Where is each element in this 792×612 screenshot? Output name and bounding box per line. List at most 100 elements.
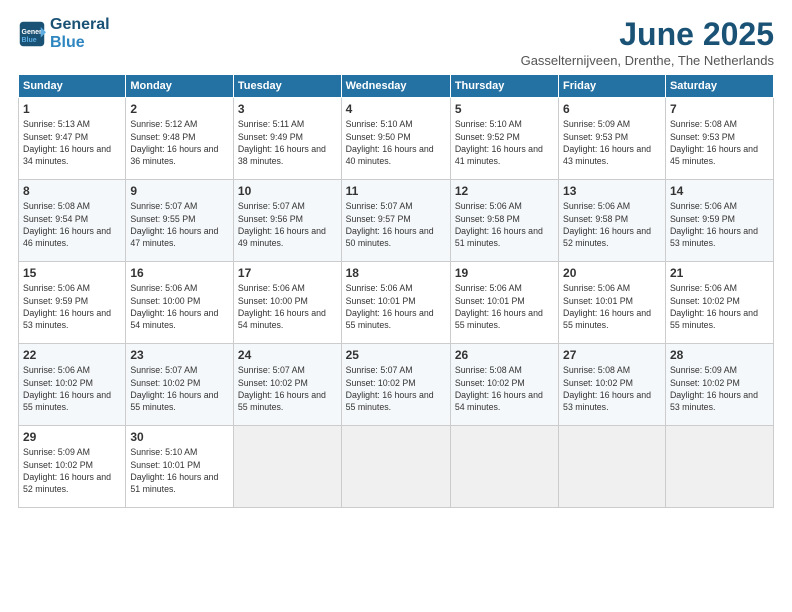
calendar-cell: 11 Sunrise: 5:07 AMSunset: 9:57 PMDaylig…: [341, 180, 450, 262]
day-number: 26: [455, 347, 554, 363]
calendar-cell: [665, 426, 773, 508]
day-number: 15: [23, 265, 121, 281]
calendar-cell: 24 Sunrise: 5:07 AMSunset: 10:02 PMDayli…: [233, 344, 341, 426]
day-info: Sunrise: 5:07 AMSunset: 9:56 PMDaylight:…: [238, 200, 337, 249]
calendar-cell: 30 Sunrise: 5:10 AMSunset: 10:01 PMDayli…: [126, 426, 234, 508]
calendar-cell: 16 Sunrise: 5:06 AMSunset: 10:00 PMDayli…: [126, 262, 234, 344]
calendar-cell: 20 Sunrise: 5:06 AMSunset: 10:01 PMDayli…: [559, 262, 666, 344]
day-number: 22: [23, 347, 121, 363]
day-info: Sunrise: 5:08 AMSunset: 9:54 PMDaylight:…: [23, 200, 121, 249]
day-number: 1: [23, 101, 121, 117]
day-number: 11: [346, 183, 446, 199]
calendar-cell: 13 Sunrise: 5:06 AMSunset: 9:58 PMDaylig…: [559, 180, 666, 262]
svg-text:Blue: Blue: [22, 36, 37, 43]
day-info: Sunrise: 5:06 AMSunset: 10:01 PMDaylight…: [346, 282, 446, 331]
day-info: Sunrise: 5:06 AMSunset: 10:02 PMDaylight…: [670, 282, 769, 331]
weekday-header: Tuesday: [233, 75, 341, 98]
day-info: Sunrise: 5:07 AMSunset: 10:02 PMDaylight…: [130, 364, 229, 413]
calendar-cell: [341, 426, 450, 508]
day-info: Sunrise: 5:06 AMSunset: 9:59 PMDaylight:…: [670, 200, 769, 249]
calendar-week-row: 22 Sunrise: 5:06 AMSunset: 10:02 PMDayli…: [19, 344, 774, 426]
calendar-week-row: 1 Sunrise: 5:13 AMSunset: 9:47 PMDayligh…: [19, 98, 774, 180]
calendar-cell: 14 Sunrise: 5:06 AMSunset: 9:59 PMDaylig…: [665, 180, 773, 262]
day-number: 8: [23, 183, 121, 199]
day-number: 5: [455, 101, 554, 117]
day-number: 24: [238, 347, 337, 363]
weekday-header: Saturday: [665, 75, 773, 98]
day-info: Sunrise: 5:10 AMSunset: 9:52 PMDaylight:…: [455, 118, 554, 167]
calendar-cell: 21 Sunrise: 5:06 AMSunset: 10:02 PMDayli…: [665, 262, 773, 344]
calendar-week-row: 15 Sunrise: 5:06 AMSunset: 9:59 PMDaylig…: [19, 262, 774, 344]
calendar-cell: 17 Sunrise: 5:06 AMSunset: 10:00 PMDayli…: [233, 262, 341, 344]
day-info: Sunrise: 5:06 AMSunset: 9:58 PMDaylight:…: [563, 200, 661, 249]
day-number: 9: [130, 183, 229, 199]
calendar: SundayMondayTuesdayWednesdayThursdayFrid…: [18, 74, 774, 508]
calendar-cell: 15 Sunrise: 5:06 AMSunset: 9:59 PMDaylig…: [19, 262, 126, 344]
day-info: Sunrise: 5:09 AMSunset: 10:02 PMDaylight…: [670, 364, 769, 413]
calendar-cell: 26 Sunrise: 5:08 AMSunset: 10:02 PMDayli…: [450, 344, 558, 426]
logo-icon: General Blue: [18, 20, 46, 48]
day-number: 12: [455, 183, 554, 199]
calendar-cell: 25 Sunrise: 5:07 AMSunset: 10:02 PMDayli…: [341, 344, 450, 426]
title-block: June 2025 Gasselternijveen, Drenthe, The…: [521, 16, 774, 68]
calendar-week-row: 29 Sunrise: 5:09 AMSunset: 10:02 PMDayli…: [19, 426, 774, 508]
day-number: 16: [130, 265, 229, 281]
day-info: Sunrise: 5:08 AMSunset: 9:53 PMDaylight:…: [670, 118, 769, 167]
day-number: 13: [563, 183, 661, 199]
calendar-cell: [450, 426, 558, 508]
logo-text: General Blue: [50, 16, 110, 51]
weekday-header: Monday: [126, 75, 234, 98]
day-number: 23: [130, 347, 229, 363]
calendar-cell: 5 Sunrise: 5:10 AMSunset: 9:52 PMDayligh…: [450, 98, 558, 180]
calendar-header-row: SundayMondayTuesdayWednesdayThursdayFrid…: [19, 75, 774, 98]
weekday-header: Sunday: [19, 75, 126, 98]
calendar-cell: 23 Sunrise: 5:07 AMSunset: 10:02 PMDayli…: [126, 344, 234, 426]
month-title: June 2025: [521, 16, 774, 53]
page: General Blue General Blue June 2025 Gass…: [0, 0, 792, 612]
day-info: Sunrise: 5:06 AMSunset: 10:02 PMDaylight…: [23, 364, 121, 413]
day-info: Sunrise: 5:06 AMSunset: 10:00 PMDaylight…: [130, 282, 229, 331]
calendar-cell: 12 Sunrise: 5:06 AMSunset: 9:58 PMDaylig…: [450, 180, 558, 262]
day-number: 6: [563, 101, 661, 117]
calendar-cell: 8 Sunrise: 5:08 AMSunset: 9:54 PMDayligh…: [19, 180, 126, 262]
day-info: Sunrise: 5:08 AMSunset: 10:02 PMDaylight…: [455, 364, 554, 413]
calendar-cell: 2 Sunrise: 5:12 AMSunset: 9:48 PMDayligh…: [126, 98, 234, 180]
day-number: 19: [455, 265, 554, 281]
calendar-cell: [233, 426, 341, 508]
day-info: Sunrise: 5:09 AMSunset: 9:53 PMDaylight:…: [563, 118, 661, 167]
calendar-cell: 10 Sunrise: 5:07 AMSunset: 9:56 PMDaylig…: [233, 180, 341, 262]
day-info: Sunrise: 5:11 AMSunset: 9:49 PMDaylight:…: [238, 118, 337, 167]
day-number: 14: [670, 183, 769, 199]
day-number: 18: [346, 265, 446, 281]
day-info: Sunrise: 5:06 AMSunset: 9:58 PMDaylight:…: [455, 200, 554, 249]
day-info: Sunrise: 5:12 AMSunset: 9:48 PMDaylight:…: [130, 118, 229, 167]
calendar-cell: 3 Sunrise: 5:11 AMSunset: 9:49 PMDayligh…: [233, 98, 341, 180]
calendar-cell: 28 Sunrise: 5:09 AMSunset: 10:02 PMDayli…: [665, 344, 773, 426]
day-number: 10: [238, 183, 337, 199]
weekday-header: Friday: [559, 75, 666, 98]
calendar-cell: [559, 426, 666, 508]
day-number: 29: [23, 429, 121, 445]
day-number: 28: [670, 347, 769, 363]
day-number: 30: [130, 429, 229, 445]
calendar-cell: 1 Sunrise: 5:13 AMSunset: 9:47 PMDayligh…: [19, 98, 126, 180]
logo: General Blue General Blue: [18, 16, 110, 51]
day-info: Sunrise: 5:13 AMSunset: 9:47 PMDaylight:…: [23, 118, 121, 167]
calendar-cell: 4 Sunrise: 5:10 AMSunset: 9:50 PMDayligh…: [341, 98, 450, 180]
day-number: 17: [238, 265, 337, 281]
day-info: Sunrise: 5:06 AMSunset: 10:01 PMDaylight…: [563, 282, 661, 331]
calendar-cell: 18 Sunrise: 5:06 AMSunset: 10:01 PMDayli…: [341, 262, 450, 344]
day-info: Sunrise: 5:07 AMSunset: 9:57 PMDaylight:…: [346, 200, 446, 249]
day-number: 25: [346, 347, 446, 363]
day-info: Sunrise: 5:09 AMSunset: 10:02 PMDaylight…: [23, 446, 121, 495]
calendar-cell: 19 Sunrise: 5:06 AMSunset: 10:01 PMDayli…: [450, 262, 558, 344]
calendar-cell: 27 Sunrise: 5:08 AMSunset: 10:02 PMDayli…: [559, 344, 666, 426]
calendar-cell: 7 Sunrise: 5:08 AMSunset: 9:53 PMDayligh…: [665, 98, 773, 180]
day-info: Sunrise: 5:07 AMSunset: 10:02 PMDaylight…: [346, 364, 446, 413]
day-number: 7: [670, 101, 769, 117]
calendar-cell: 29 Sunrise: 5:09 AMSunset: 10:02 PMDayli…: [19, 426, 126, 508]
calendar-week-row: 8 Sunrise: 5:08 AMSunset: 9:54 PMDayligh…: [19, 180, 774, 262]
location: Gasselternijveen, Drenthe, The Netherlan…: [521, 53, 774, 68]
day-number: 2: [130, 101, 229, 117]
day-info: Sunrise: 5:08 AMSunset: 10:02 PMDaylight…: [563, 364, 661, 413]
